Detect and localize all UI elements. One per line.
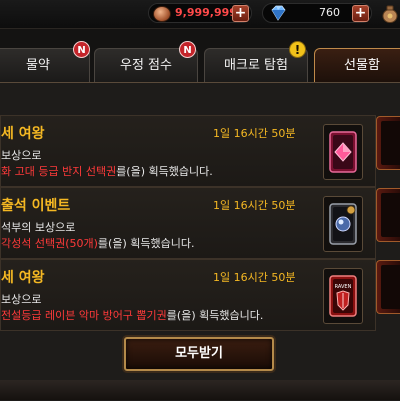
receive-all-button[interactable]: 모두받기 [124, 337, 274, 371]
money-bag-icon[interactable] [382, 3, 398, 23]
armor-ticket-icon: RAVEN [329, 275, 357, 317]
gem-value: 760 [319, 6, 340, 19]
add-gold-button[interactable]: + [232, 5, 249, 22]
mail-reward-text: 각성석 선택권(50개)를(을) 획득했습니다. [1, 235, 194, 251]
mail-title: 세 여왕 [1, 270, 45, 286]
mail-title: 세 여왕 [1, 126, 45, 142]
mail-title: 출석 이벤트 [1, 198, 71, 214]
mail-reward-text: 전설등급 레이븐 악마 방어구 뽑기권를(을) 획득했습니다. [1, 307, 263, 323]
gift-mail-item: 세 여왕 1일 16시간 50분 보상으로 전설등급 레이븐 악마 방어구 뽑기… [0, 259, 376, 331]
tab-label: 물약 [26, 58, 50, 73]
reward-item-name: 전설등급 레이븐 악마 방어구 뽑기권 [1, 309, 167, 322]
mail-description: 보상으로 [1, 149, 42, 162]
reward-suffix: 를(을) 획득했습니다. [116, 165, 213, 178]
receive-button[interactable] [376, 260, 400, 314]
gift-mail-item: 세 여왕 1일 16시간 50분 보상으로 화 고대 등급 반지 선택권를(을)… [0, 115, 376, 187]
add-gems-button[interactable]: + [352, 5, 369, 22]
new-badge: N [179, 41, 196, 58]
card-label: RAVEN [335, 284, 352, 290]
mail-expiry: 1일 16시간 50분 [213, 127, 296, 140]
ring-ticket-icon [329, 131, 357, 173]
mail-description: 석부의 보상으로 [1, 221, 76, 234]
currency-bar: 9,999,999+ + 760 + [0, 0, 400, 29]
tab-friendship-points[interactable]: 우정 점수 N [94, 41, 198, 82]
tab-gift-box[interactable]: 선물함 [314, 48, 400, 82]
gem-icon [271, 5, 286, 21]
tab-macro-exploration[interactable]: 매크로 탐험 ! [204, 41, 308, 82]
receive-button[interactable] [376, 188, 400, 242]
new-badge: N [73, 41, 90, 58]
bottom-frame [0, 380, 400, 400]
mail-reward-text: 화 고대 등급 반지 선택권를(을) 획득했습니다. [1, 163, 213, 179]
awakening-stone-icon [329, 203, 357, 245]
receive-button[interactable] [376, 116, 400, 170]
mail-expiry: 1일 16시간 50분 [213, 199, 296, 212]
reward-item-slot[interactable] [323, 124, 363, 180]
gold-counter: 9,999,999+ + [148, 3, 252, 23]
tab-label: 우정 점수 [120, 58, 172, 73]
reward-item-name: 화 고대 등급 반지 선택권 [1, 165, 117, 178]
mail-description: 보상으로 [1, 293, 42, 306]
reward-item-slot[interactable]: RAVEN [323, 268, 363, 324]
reward-suffix: 를(을) 획득했습니다. [166, 309, 264, 322]
reward-item-slot[interactable] [323, 196, 363, 252]
gold-coin-icon [153, 6, 171, 22]
tab-bar: 물약 N 우정 점수 N 매크로 탐험 ! 선물함 [0, 41, 400, 82]
tab-potion[interactable]: 물약 N [0, 41, 90, 82]
tab-label: 선물함 [344, 58, 380, 73]
gift-mail-item: 출석 이벤트 1일 16시간 50분 석부의 보상으로 각성석 선택권(50개)… [0, 187, 376, 259]
reward-item-name: 각성석 선택권(50개) [1, 237, 98, 250]
reward-suffix: 를(을) 획득했습니다. [97, 237, 195, 250]
tab-label: 매크로 탐험 [224, 58, 288, 73]
gem-counter: 760 + [262, 3, 372, 23]
mail-expiry: 1일 16시간 50분 [213, 271, 296, 284]
alert-badge: ! [289, 41, 306, 58]
